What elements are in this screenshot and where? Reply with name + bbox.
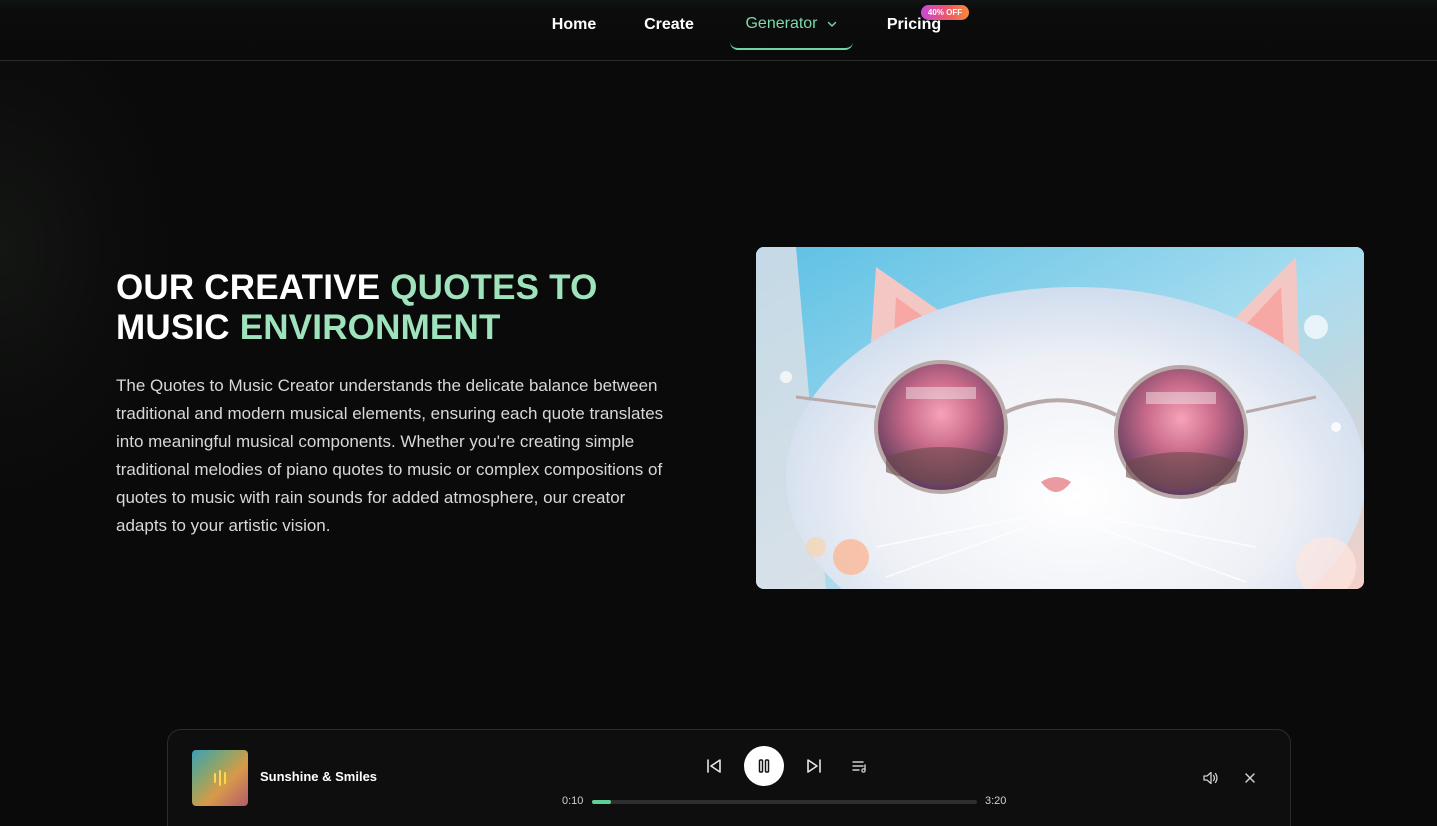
nav-home-link[interactable]: Home bbox=[540, 0, 608, 50]
cat-wearing-sunglasses-image bbox=[756, 247, 1364, 589]
headline-accent-2: ENVIRONMENT bbox=[239, 308, 501, 347]
next-track-button[interactable] bbox=[803, 755, 825, 777]
progress-fill bbox=[592, 800, 612, 804]
page: Home Create Generator Pricing 40% OFF OU… bbox=[0, 0, 1437, 826]
pause-icon bbox=[758, 759, 770, 773]
previous-track-icon bbox=[707, 759, 721, 773]
volume-icon bbox=[1203, 771, 1218, 785]
nav-create-link[interactable]: Create bbox=[632, 0, 706, 50]
album-thumbnail[interactable] bbox=[192, 750, 248, 806]
track-title: Sunshine & Smiles bbox=[260, 769, 378, 784]
top-navigation: Home Create Generator Pricing 40% OFF bbox=[0, 0, 1437, 61]
close-icon bbox=[1245, 773, 1255, 783]
nav-generator-dropdown[interactable]: Generator bbox=[730, 0, 853, 50]
play-pause-button[interactable] bbox=[744, 746, 784, 786]
previous-track-button[interactable] bbox=[703, 755, 725, 777]
progress-bar[interactable] bbox=[592, 800, 977, 804]
close-player-button[interactable] bbox=[1239, 767, 1261, 789]
chevron-down-icon bbox=[827, 21, 836, 27]
headline-part-1: OUR CREATIVE bbox=[116, 268, 391, 307]
volume-button[interactable] bbox=[1199, 767, 1221, 789]
nav-generator-label: Generator bbox=[745, 15, 818, 32]
next-track-icon bbox=[807, 759, 821, 773]
queue-button[interactable] bbox=[849, 755, 871, 777]
equalizer-icon bbox=[214, 770, 226, 786]
headline-accent-1: QUOTES TO bbox=[390, 268, 598, 307]
section-description: The Quotes to Music Creator understands … bbox=[116, 376, 664, 535]
current-time: 0:10 bbox=[562, 795, 584, 807]
queue-icon bbox=[852, 761, 866, 773]
discount-badge: 40% OFF bbox=[921, 5, 969, 20]
section-headline: OUR CREATIVE QUOTES TO MUSIC ENVIRONMENT bbox=[116, 268, 676, 348]
total-time: 3:20 bbox=[985, 795, 1007, 807]
headline-part-2: MUSIC bbox=[116, 308, 240, 347]
